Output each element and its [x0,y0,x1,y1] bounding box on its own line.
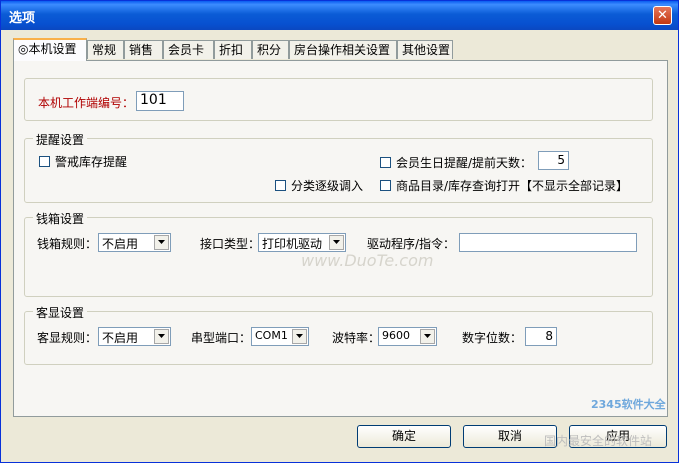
baud-rate-select[interactable]: 9600 [378,327,437,346]
reminder-group-title: 提醒设置 [33,131,88,148]
catalog-open-checkbox[interactable] [380,180,391,191]
driver-input[interactable] [459,233,637,252]
watermark-site: www.DuoTe.com [301,251,434,270]
cashbox-group-title: 钱箱设置 [33,210,88,227]
title-bar[interactable]: 选项 ✕ [1,1,678,30]
tab-discount[interactable]: 折扣 [214,40,252,59]
cancel-button[interactable]: 取消 [463,425,557,448]
chevron-down-icon [154,329,169,344]
chevron-down-icon [154,235,169,250]
category-load-checkbox[interactable] [275,180,286,191]
window-title: 选项 [9,11,36,26]
display-group-title: 客显设置 [33,304,88,321]
stock-alert-label: 警戒库存提醒 [55,155,128,169]
member-birthday-checkbox[interactable] [380,157,391,168]
terminal-number-label: 本机工作端编号： [38,96,135,110]
cashbox-rule-select[interactable]: 不启用 [98,233,171,252]
chevron-down-icon [292,329,307,344]
local-settings-panel: 本机工作端编号： 101 提醒设置 警戒库存提醒 会员生日提醒/提前天数： 5 … [13,60,668,417]
port-type-select[interactable]: 打印机驱动 [258,233,346,252]
terminal-group: 本机工作端编号： 101 [24,78,653,121]
watermark-slogan: 国内最安全的软件站 [544,434,653,448]
serial-port-select[interactable]: COM1 [251,327,309,346]
chevron-down-icon [420,329,435,344]
tab-points[interactable]: 积分 [252,40,289,59]
birthday-days-input[interactable]: 5 [538,151,569,170]
display-group: 客显设置 客显规则： 不启用 串型端口： COM1 波特率： 9600 数字位数… [24,304,653,365]
terminal-number-input[interactable]: 101 [136,91,184,111]
watermark-brand: 2345软件大全 [591,398,666,411]
tab-general[interactable]: 常规 [87,40,124,59]
reminder-group: 提醒设置 警戒库存提醒 会员生日提醒/提前天数： 5 分类逐级调入 商品目录/库… [24,131,653,203]
stock-alert-checkbox[interactable] [39,156,50,167]
tab-sales[interactable]: 销售 [124,40,163,59]
digits-label: 数字位数： [462,331,523,345]
display-rule-label: 客显规则： [37,331,98,345]
driver-label: 驱动程序/指令： [367,237,456,251]
tab-other-settings[interactable]: 其他设置 [397,40,453,59]
display-rule-select[interactable]: 不启用 [98,327,171,346]
chevron-down-icon [329,235,344,250]
tab-room-operations[interactable]: 房台操作相关设置 [289,40,397,59]
member-birthday-label: 会员生日提醒/提前天数： [396,156,533,170]
ok-button[interactable]: 确定 [357,425,451,448]
cashbox-rule-label: 钱箱规则： [37,237,98,251]
options-dialog: 选项 ✕ ◎本机设置 常规 销售 会员卡 折扣 积分 房台操作相关设置 其他设置… [0,0,679,463]
close-icon: ✕ [657,8,668,23]
digits-input[interactable]: 8 [525,327,557,346]
serial-port-label: 串型端口： [191,331,252,345]
catalog-open-label: 商品目录/库存查询打开【不显示全部记录】 [396,179,629,193]
port-type-label: 接口类型： [200,237,261,251]
close-button[interactable]: ✕ [653,6,672,25]
tab-local-settings[interactable]: ◎本机设置 [13,38,87,61]
tab-member-card[interactable]: 会员卡 [163,40,214,59]
baud-rate-label: 波特率： [332,331,381,345]
category-load-label: 分类逐级调入 [291,179,364,193]
